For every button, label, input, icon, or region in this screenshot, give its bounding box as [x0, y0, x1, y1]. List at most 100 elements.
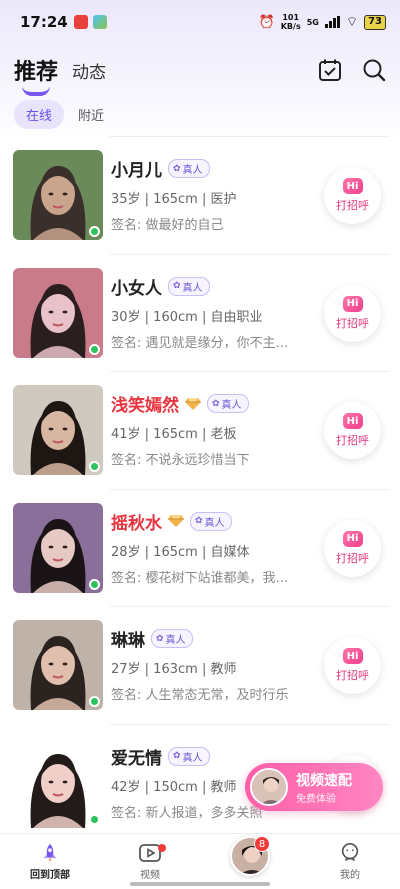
user-avatar[interactable] [13, 385, 103, 475]
video-match-button[interactable]: 视频速配 免费体验 [245, 763, 383, 811]
greet-label: 打招呼 [336, 199, 369, 212]
hi-chat-icon: Hi [342, 178, 363, 194]
user-signature: 签名: 樱花树下站谁都美，我… [111, 570, 289, 586]
calendar-icon[interactable] [318, 58, 342, 82]
user-name: 小月儿 [111, 161, 162, 181]
nav-label-mine: 我的 [340, 870, 360, 881]
wifi-icon: ⌔ [345, 15, 359, 30]
nav-mine[interactable]: 我的 [300, 834, 400, 889]
message-count-badge: 8 [254, 836, 270, 852]
online-status-dot [89, 696, 100, 707]
greet-label: 打招呼 [336, 434, 369, 447]
chip-online[interactable]: 在线 [14, 100, 65, 129]
home-indicator [130, 882, 270, 886]
user-name: 浅笑嫣然 [111, 396, 179, 416]
greet-button[interactable]: Hi 打招呼 [324, 637, 381, 694]
user-info: 30岁 | 160cm | 自由职业 [111, 309, 263, 325]
user-list: 小月儿 ✿ 真人 35岁 | 165cm | 医护 签名: 做最好的自己 Hi … [0, 136, 400, 841]
user-name: 小女人 [111, 278, 162, 299]
card-divider [110, 136, 390, 137]
verified-flower-icon: ✿ [173, 751, 181, 761]
user-info: 27岁 | 163cm | 教师 [111, 662, 237, 677]
user-name: 琳琳 [111, 631, 145, 651]
card-divider [110, 371, 390, 372]
online-status-dot [89, 813, 100, 825]
user-card[interactable]: 小女人 ✿ 真人 30岁 | 160cm | 自由职业 签名: 遇见就是缘分，你… [0, 253, 400, 372]
online-status-dot [89, 461, 100, 472]
user-card[interactable]: 摇秋水 ✿ 真人 28岁 | 165cm | 自媒体 签名: 樱花树下站谁都美，… [0, 488, 400, 607]
top-header: 推荐 动态 [14, 50, 386, 96]
user-info: 41岁 | 165cm | 老板 [111, 427, 237, 442]
user-signature: 签名: 不说永远珍惜当下 [111, 453, 250, 468]
verified-flower-icon: ✿ [212, 398, 220, 409]
clock: 17:24 [20, 13, 68, 31]
verified-badge: ✿ 真人 [168, 746, 210, 766]
card-divider [110, 723, 390, 725]
vip-diamond-icon [185, 397, 201, 410]
user-avatar[interactable] [13, 150, 103, 240]
notification-app-icon-2 [92, 15, 107, 29]
profile-icon [341, 843, 359, 862]
nav-video[interactable]: 视频 [100, 834, 200, 889]
nav-back-to-top[interactable]: 回到顶部 [0, 834, 100, 889]
rocket-icon [43, 843, 57, 863]
nav-label-home: 回到顶部 [30, 870, 70, 881]
card-divider [110, 488, 390, 490]
tab-recommend[interactable]: 推荐 [14, 54, 58, 96]
status-bar: 17:24 ⏰ 101 KB/s 5G ⌔ 73 [0, 0, 400, 44]
nav-label-video: 视频 [140, 870, 160, 881]
video-match-thumbnail [250, 768, 288, 806]
hi-chat-icon: Hi [342, 530, 363, 547]
hi-chat-icon: Hi [342, 413, 363, 429]
card-divider [110, 606, 390, 607]
net-speed: 101 KB/s [280, 13, 301, 31]
nav-center-avatar[interactable]: 8 [200, 834, 300, 889]
hi-chat-icon: Hi [342, 295, 363, 312]
online-status-dot [89, 226, 100, 237]
user-info: 35岁 | 165cm | 医护 [111, 192, 237, 207]
user-card[interactable]: 琳琳 ✿ 真人 27岁 | 163cm | 教师 签名: 人生常态无常，及时行乐… [0, 606, 400, 724]
user-info: 28岁 | 165cm | 自媒体 [111, 544, 250, 560]
video-match-title: 视频速配 [296, 772, 352, 789]
chip-nearby[interactable]: 附近 [78, 105, 104, 124]
notification-app-icon [73, 15, 88, 29]
user-card[interactable]: 浅笑嫣然 ✿ 真人 41岁 | 165cm | 老板 签名: 不说永远珍惜当下 … [0, 371, 400, 489]
greet-button[interactable]: Hi 打招呼 [324, 284, 381, 342]
alarm-icon: ⏰ [258, 14, 275, 30]
greet-label: 打招呼 [336, 669, 369, 682]
card-divider [110, 253, 390, 255]
verified-badge: ✿ 真人 [207, 394, 249, 413]
filter-tabs: 在线 附近 [14, 100, 104, 129]
verified-flower-icon: ✿ [173, 163, 181, 174]
verified-flower-icon: ✿ [195, 516, 203, 526]
user-signature: 签名: 人生常态无常，及时行乐 [111, 688, 289, 703]
search-icon[interactable] [362, 58, 386, 82]
video-notification-dot [158, 844, 166, 852]
hi-chat-icon: Hi [342, 648, 363, 664]
verified-flower-icon: ✿ [156, 633, 164, 644]
network-type: 5G [306, 17, 319, 27]
online-status-dot [89, 578, 100, 590]
tab-feed[interactable]: 动态 [72, 58, 106, 83]
verified-badge: ✿ 真人 [168, 276, 210, 296]
user-name: 爱无情 [111, 748, 162, 769]
bottom-nav: 回到顶部 视频 8 我的 [0, 833, 400, 889]
user-avatar[interactable] [13, 267, 103, 358]
user-avatar[interactable] [13, 620, 103, 710]
user-avatar[interactable] [13, 502, 103, 593]
greet-button[interactable]: Hi 打招呼 [324, 167, 381, 224]
signal-icon [324, 16, 340, 28]
user-signature: 签名: 做最好的自己 [111, 218, 224, 233]
greet-label: 打招呼 [336, 316, 369, 330]
verified-badge: ✿ 真人 [168, 159, 210, 178]
vip-diamond-icon [168, 515, 184, 527]
greet-button[interactable]: Hi 打招呼 [324, 402, 381, 459]
online-status-dot [89, 343, 100, 355]
battery-indicator: 73 [364, 14, 386, 30]
video-match-subtitle: 免费体验 [296, 793, 336, 805]
user-card[interactable]: 小月儿 ✿ 真人 35岁 | 165cm | 医护 签名: 做最好的自己 Hi … [0, 136, 400, 254]
verified-flower-icon: ✿ [173, 281, 181, 291]
user-signature: 签名: 遇见就是缘分，你不主… [111, 335, 289, 351]
user-avatar[interactable] [13, 737, 103, 828]
greet-button[interactable]: Hi 打招呼 [324, 519, 381, 577]
